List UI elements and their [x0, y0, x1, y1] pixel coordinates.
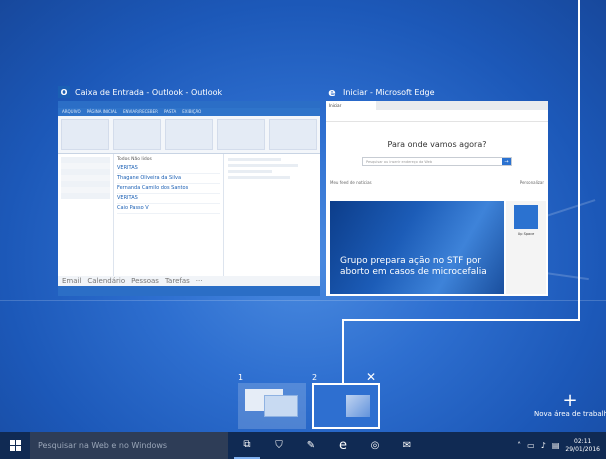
outlook-taskbar-icon[interactable]: ✉: [394, 432, 420, 459]
desktop-1-thumbnail[interactable]: [238, 383, 306, 429]
list-item: VERITAS: [117, 164, 220, 174]
edge-search-box: Pesquisar ou inserir endereço da Web →: [362, 157, 512, 166]
outlook-tab: PÁGINA INICIAL: [86, 109, 117, 114]
task-view-icon[interactable]: ⧉: [234, 432, 260, 459]
list-item: Caio Passo V: [117, 204, 220, 214]
folder-line: [61, 193, 110, 199]
list-item: VERITAS: [117, 194, 220, 204]
notification-icon[interactable]: ▤: [552, 441, 560, 450]
close-desktop-button[interactable]: ✕: [366, 370, 376, 384]
edge-preview: Iniciar Para onde vamos agora? Pesquisar…: [326, 101, 548, 296]
outlook-status-bar: [58, 286, 320, 296]
battery-icon[interactable]: ▭: [527, 441, 535, 450]
clock[interactable]: 02:11 29/01/2016: [565, 438, 600, 454]
outlook-tab: ENVIAR/RECEBER: [122, 109, 158, 114]
list-item: Fernanda Camilo dos Santos: [117, 184, 220, 194]
desktop-2-number: 2: [312, 373, 318, 382]
outlook-message-list: Todos Não lidos VERITAS Thagane Oliveira…: [114, 154, 224, 289]
app-tile-icon: [514, 205, 538, 229]
reading-line: [228, 176, 290, 179]
outlook-ribbon: [58, 116, 320, 154]
edge-window-title: e Iniciar - Microsoft Edge: [326, 84, 548, 100]
windows-logo-icon: [9, 440, 21, 451]
ribbon-group: [269, 119, 317, 150]
nav-email: Email: [62, 277, 82, 285]
mail-sender: VERITAS: [117, 165, 138, 171]
ribbon-group: [217, 119, 265, 150]
mini-window: [264, 395, 298, 417]
side-tile-label: Up Space: [517, 232, 535, 236]
taskbar-search-placeholder: Pesquisar na Web e no Windows: [38, 441, 168, 450]
edge-question: Para onde vamos agora?: [387, 140, 487, 149]
paint-icon[interactable]: ✎: [298, 432, 324, 459]
outlook-window-thumbnail[interactable]: O Caixa de Entrada - Outlook - Outlook A…: [58, 84, 320, 296]
clock-time: 02:11: [574, 437, 592, 445]
edge-taskbar-icon[interactable]: e: [330, 432, 356, 459]
edge-icon: e: [328, 85, 336, 99]
desktop-2-thumbnail[interactable]: [312, 383, 380, 429]
desktop-1-number: 1: [238, 373, 244, 382]
chevron-up-icon[interactable]: ˄: [517, 441, 521, 450]
message-list-header: Todos Não lidos: [117, 157, 152, 162]
edge-address-bar: [326, 110, 548, 122]
plus-icon: +: [562, 390, 578, 411]
clock-date: 29/01/2016: [565, 445, 600, 453]
outlook-folder-pane: [58, 154, 114, 289]
connector-line: [342, 319, 580, 321]
connector-line: [578, 0, 580, 320]
volume-icon[interactable]: ♪: [541, 441, 546, 450]
nav-tasks: Tarefas: [164, 277, 190, 285]
outlook-window-title: O Caixa de Entrada - Outlook - Outlook: [58, 84, 320, 100]
taskbar-search[interactable]: Pesquisar na Web e no Windows: [30, 432, 228, 459]
windows-logo-icon: [346, 395, 370, 417]
edge-title-text: Iniciar - Microsoft Edge: [343, 87, 435, 97]
reading-line: [228, 170, 272, 173]
edge-side-tile: Up Space: [506, 201, 546, 294]
mail-sender: VERITAS: [117, 195, 138, 201]
outlook-ribbon-tabs: ARQUIVO PÁGINA INICIAL ENVIAR/RECEBER PA…: [58, 108, 320, 116]
reading-line: [228, 164, 299, 167]
edge-search-input: Pesquisar ou inserir endereço da Web: [366, 160, 433, 164]
list-item: Thagane Oliveira da Silva: [117, 174, 220, 184]
edge-window-thumbnail[interactable]: e Iniciar - Microsoft Edge Iniciar Para …: [326, 84, 548, 296]
outlook-title-text: Caixa de Entrada - Outlook - Outlook: [75, 87, 223, 97]
nav-calendar: Calendário: [87, 277, 126, 285]
ribbon-group: [113, 119, 161, 150]
outlook-nav-footer: Email Calendário Pessoas Tarefas ···: [58, 276, 320, 286]
feed-title: Meu feed de notícias: [330, 180, 372, 185]
ribbon-group: [165, 119, 213, 150]
edge-news-hero: Grupo prepara ação no STF por aborto em …: [330, 201, 504, 294]
new-desktop-button[interactable]: + Nova área de trabalho: [534, 390, 606, 419]
outlook-preview: ARQUIVO PÁGINA INICIAL ENVIAR/RECEBER PA…: [58, 101, 320, 296]
arrow-right-icon: →: [502, 158, 511, 165]
chrome-icon[interactable]: ◎: [362, 432, 388, 459]
task-view-background: O Caixa de Entrada - Outlook - Outlook A…: [0, 0, 606, 432]
outlook-reading-pane: [224, 154, 320, 289]
ribbon-group: [61, 119, 109, 150]
system-tray: ˄ ▭ ♪ ▤ 02:11 29/01/2016: [517, 438, 606, 454]
reading-line: [228, 158, 281, 161]
nav-people: Pessoas: [131, 277, 159, 285]
outlook-tab: ARQUIVO: [62, 109, 81, 114]
mail-sender: Caio Passo V: [117, 205, 149, 211]
light-ray: [0, 300, 606, 301]
edge-tab-strip: Iniciar: [326, 101, 548, 110]
edge-tab: Iniciar: [326, 101, 376, 110]
new-desktop-label: Nova área de trabalho: [534, 410, 606, 418]
nav-more: ···: [195, 277, 203, 285]
outlook-titlebar: [58, 101, 320, 108]
outlook-tab: EXIBIÇÃO: [182, 109, 202, 114]
connector-line: [342, 319, 344, 387]
start-button[interactable]: [0, 440, 30, 451]
mail-sender: Thagane Oliveira da Silva: [117, 175, 182, 181]
outlook-tab: PASTA: [163, 109, 177, 114]
outlook-icon: O: [58, 86, 70, 98]
shield-icon[interactable]: ⛉: [266, 432, 292, 459]
feed-action: Personalizar: [519, 180, 544, 185]
edge-feed-header: Meu feed de notícias Personalizar: [330, 180, 544, 185]
news-headline: Grupo prepara ação no STF por aborto em …: [340, 256, 487, 277]
outlook-main: Todos Não lidos VERITAS Thagane Oliveira…: [58, 154, 320, 289]
mail-sender: Fernanda Camilo dos Santos: [117, 185, 189, 191]
taskbar: Pesquisar na Web e no Windows ⧉ ⛉ ✎ e ◎ …: [0, 432, 606, 459]
